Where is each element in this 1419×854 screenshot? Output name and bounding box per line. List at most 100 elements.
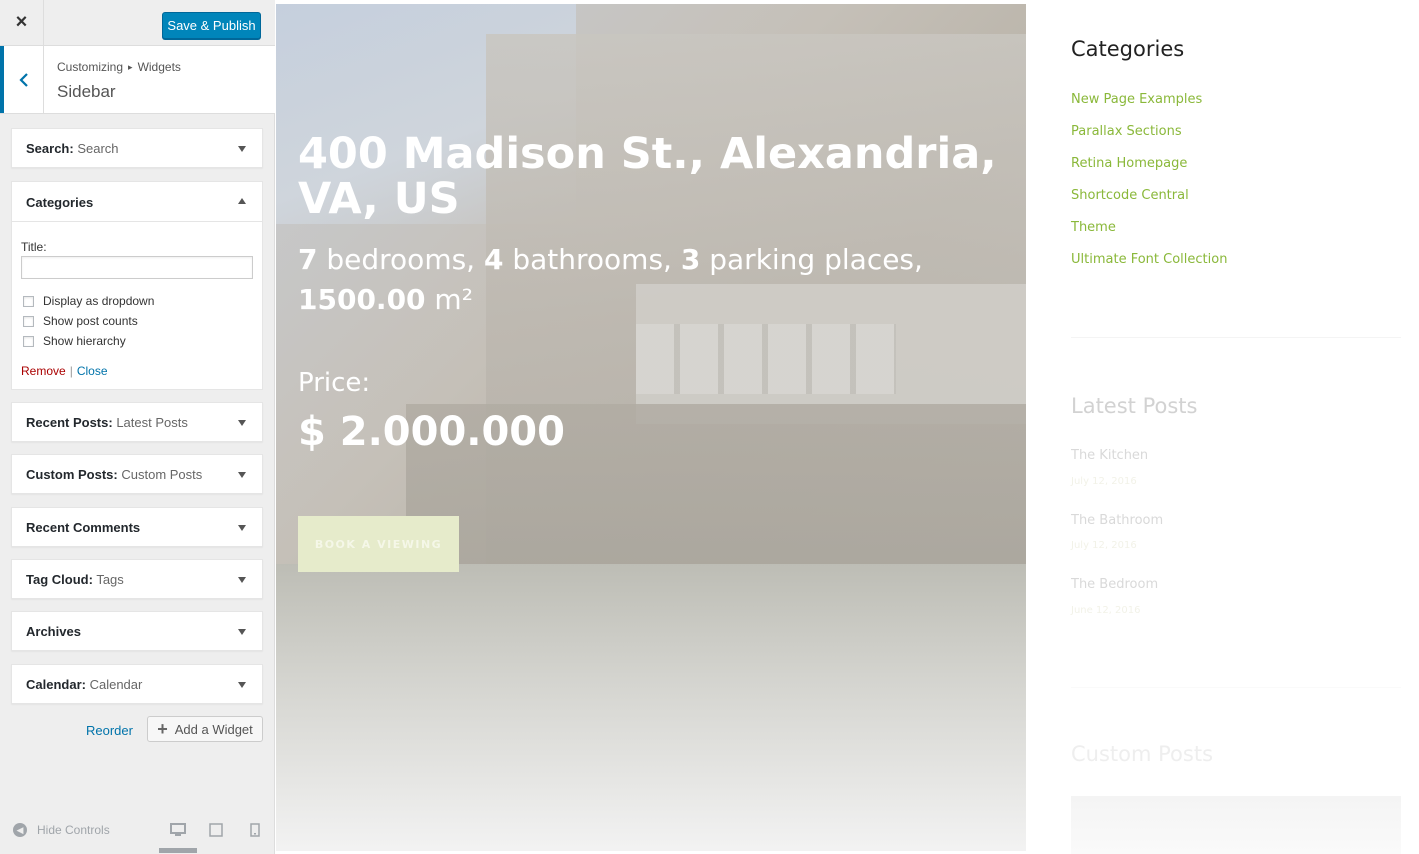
widget-recent-comments[interactable]: Recent Comments: [11, 507, 263, 547]
expand-arrow-icon[interactable]: [238, 525, 246, 531]
category-link[interactable]: Shortcode Central: [1071, 188, 1189, 203]
expand-arrow-icon[interactable]: [238, 682, 246, 688]
section-header: Customizing ▸ Widgets Sidebar: [0, 46, 275, 114]
widget-recent-posts[interactable]: Recent Posts: Latest Posts: [11, 402, 263, 442]
hero-windows: [636, 324, 896, 394]
widget-name: Custom Posts:: [26, 467, 118, 482]
tablet-preview-button[interactable]: [209, 823, 223, 842]
hero-ground: [276, 564, 1026, 851]
title-label: Title:: [21, 240, 47, 254]
customizer-header: × Save & Publish: [0, 0, 275, 46]
collapse-arrow-icon[interactable]: [238, 198, 246, 204]
widget-subtitle: Calendar: [89, 677, 143, 692]
category-link[interactable]: Theme: [1071, 220, 1116, 235]
custom-posts-widget-title: Custom Posts: [1071, 742, 1214, 766]
area-unit: m²: [425, 283, 473, 316]
widget-name: Recent Comments: [26, 520, 141, 535]
reorder-link[interactable]: Reorder: [86, 723, 133, 738]
custom-post-thumbnail[interactable]: [1071, 796, 1401, 854]
customizer-footer: ◀ Hide Controls: [0, 810, 275, 854]
remove-link[interactable]: Remove: [21, 364, 66, 378]
post-date: July 12, 2016: [1071, 540, 1137, 551]
book-viewing-button[interactable]: BOOK A VIEWING: [298, 516, 459, 572]
post-date: June 12, 2016: [1071, 605, 1141, 616]
property-address: 400 Madison St., Alexandria, VA, US: [298, 129, 997, 224]
price-value: $ 2.000.000: [298, 409, 565, 455]
category-link[interactable]: New Page Examples: [1071, 92, 1202, 107]
widget-subtitle: Custom Posts: [121, 467, 203, 482]
category-link[interactable]: Retina Homepage: [1071, 156, 1187, 171]
active-device-indicator: [159, 848, 197, 853]
tablet-icon: [209, 823, 223, 837]
widget-subtitle: Search: [77, 141, 119, 156]
widget-archives[interactable]: Archives: [11, 611, 263, 651]
area-value: 1500.00: [298, 283, 426, 316]
post-link[interactable]: The Kitchen: [1071, 448, 1148, 463]
widget-name: Recent Posts:: [26, 415, 113, 430]
back-button[interactable]: [0, 46, 44, 113]
category-link[interactable]: Ultimate Font Collection: [1071, 252, 1227, 267]
expand-arrow-icon[interactable]: [238, 629, 246, 635]
sidebar-divider: [1071, 687, 1401, 688]
option-label: Display as dropdown: [43, 294, 155, 308]
display-dropdown-checkbox[interactable]: [23, 295, 34, 307]
bathrooms-text: bathrooms,: [503, 243, 681, 276]
option-label: Show post counts: [43, 314, 138, 328]
section-title: Sidebar: [57, 82, 116, 101]
widget-name: Tag Cloud:: [26, 572, 93, 587]
breadcrumb: Customizing ▸ Widgets: [57, 60, 181, 74]
close-icon: ×: [15, 11, 28, 33]
bathrooms-count: 4: [483, 243, 504, 276]
widget-name: Archives: [26, 624, 81, 639]
widget-calendar[interactable]: Calendar: Calendar: [11, 664, 263, 704]
save-publish-button[interactable]: Save & Publish: [162, 12, 261, 39]
latest-posts-widget-title: Latest Posts: [1071, 394, 1198, 418]
widget-categories-header[interactable]: Categories: [12, 182, 262, 222]
post-date: July 12, 2016: [1071, 476, 1137, 487]
parking-count: 3: [680, 243, 701, 276]
hide-controls-button[interactable]: ◀ Hide Controls: [13, 823, 110, 837]
mobile-preview-button[interactable]: [250, 823, 260, 842]
widget-subtitle: Latest Posts: [116, 415, 188, 430]
customizer-panel: × Save & Publish Customizing ▸ Widgets Sid…: [0, 0, 275, 854]
desktop-icon: [170, 823, 186, 836]
option-label: Show hierarchy: [43, 334, 126, 348]
expand-arrow-icon[interactable]: [238, 472, 246, 478]
add-widget-button[interactable]: + Add a Widget: [147, 716, 263, 742]
option-show-post-counts[interactable]: Show post counts: [23, 313, 138, 329]
property-specs: 7 bedrooms, 4 bathrooms, 3 parking place…: [298, 240, 998, 320]
breadcrumb-separator: ▸: [128, 62, 133, 72]
show-hierarchy-checkbox[interactable]: [23, 335, 34, 347]
close-customizer-button[interactable]: ×: [0, 0, 44, 45]
widget-name: Search:: [26, 141, 74, 156]
breadcrumb-leaf: Widgets: [137, 60, 181, 74]
sidebar-divider: [1071, 337, 1401, 338]
plus-icon: +: [157, 718, 168, 739]
expand-arrow-icon[interactable]: [238, 577, 246, 583]
post-link[interactable]: The Bedroom: [1071, 577, 1158, 592]
action-divider: |: [69, 364, 73, 378]
categories-widget-title: Categories: [1071, 37, 1185, 61]
add-widget-label: Add a Widget: [174, 721, 253, 737]
breadcrumb-root: Customizing: [57, 60, 124, 74]
widget-tag-cloud[interactable]: Tag Cloud: Tags: [11, 559, 263, 599]
category-link[interactable]: Parallax Sections: [1071, 124, 1182, 139]
bedrooms-count: 7: [298, 243, 318, 276]
expand-arrow-icon[interactable]: [238, 420, 246, 426]
bedrooms-text: bedrooms,: [317, 243, 484, 276]
option-show-hierarchy[interactable]: Show hierarchy: [23, 333, 126, 349]
desktop-preview-button[interactable]: [170, 823, 186, 842]
show-post-counts-checkbox[interactable]: [23, 315, 34, 327]
chevron-left-icon: [18, 72, 28, 87]
option-display-dropdown[interactable]: Display as dropdown: [23, 293, 154, 309]
arrow-left-circle-icon: ◀: [13, 823, 27, 837]
widget-search[interactable]: Search: Search: [11, 128, 263, 168]
widget-custom-posts[interactable]: Custom Posts: Custom Posts: [11, 454, 263, 494]
title-input[interactable]: [21, 256, 253, 279]
widget-subtitle: Tags: [96, 572, 124, 587]
expand-arrow-icon[interactable]: [238, 146, 246, 152]
widget-actions: Remove | Close: [21, 364, 108, 378]
close-link[interactable]: Close: [77, 364, 108, 378]
hide-controls-label: Hide Controls: [37, 823, 110, 837]
post-link[interactable]: The Bathroom: [1071, 513, 1163, 528]
